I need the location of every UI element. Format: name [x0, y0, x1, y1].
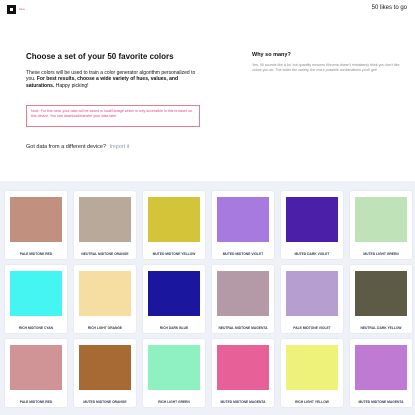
color-swatch-label: PALE MIDTONE RED: [19, 252, 53, 256]
color-swatch-label: MUTED DARK VIOLET: [294, 252, 330, 256]
color-swatch-label: MUTED MIDTONE ORANGE: [83, 400, 127, 404]
color-swatch-label: RICH MIDTONE CYAN: [18, 326, 54, 330]
import-row: Got data from a different device? Import…: [26, 144, 129, 150]
color-swatch-label: PALE MIDTONE VIOLET: [293, 326, 331, 330]
color-swatch-label: PALE MIDTONE RED: [19, 400, 53, 404]
khroma-logo-icon[interactable]: [7, 5, 16, 14]
color-swatch-label: RICH LIGHT GREEN: [158, 400, 190, 404]
color-chip[interactable]: [286, 197, 338, 242]
color-swatch-card[interactable]: RICH LIGHT YELLOW: [281, 339, 343, 407]
color-chip[interactable]: [355, 345, 407, 390]
color-swatch-card[interactable]: MUTED MIDTONE ORANGE: [74, 339, 136, 407]
color-swatch-card[interactable]: MUTED MIDTONE VIOLET: [212, 191, 274, 259]
color-chip[interactable]: [79, 271, 131, 316]
color-swatch-label: MUTED MIDTONE VIOLET: [222, 252, 264, 256]
color-swatch-card[interactable]: NEUTRAL MIDTONE MAGENTA: [212, 265, 274, 333]
color-swatch-card[interactable]: MUTED MIDTONE MAGENTA: [212, 339, 274, 407]
color-chip[interactable]: [10, 197, 62, 242]
color-swatch-label: MUTED LIGHT GREEN: [363, 252, 399, 256]
intro-tail: Happy picking!: [54, 82, 89, 89]
color-swatch-card[interactable]: RICH LIGHT GREEN: [143, 339, 205, 407]
color-chip[interactable]: [10, 271, 62, 316]
color-chip[interactable]: [355, 271, 407, 316]
likes-counter: 50 likes to go: [371, 5, 407, 11]
color-chip[interactable]: [10, 345, 62, 390]
import-prompt: Got data from a different device?: [26, 144, 106, 150]
color-swatch-label: RICH LIGHT YELLOW: [295, 400, 329, 404]
color-chip[interactable]: [355, 197, 407, 242]
page-title: Choose a set of your 50 favorite colors: [26, 52, 174, 61]
color-chip[interactable]: [148, 271, 200, 316]
color-swatch-card[interactable]: MUTED DARK VIOLET: [281, 191, 343, 259]
color-chip[interactable]: [217, 197, 269, 242]
color-chip[interactable]: [79, 345, 131, 390]
color-chip[interactable]: [79, 197, 131, 242]
color-swatch-card[interactable]: NEUTRAL DARK YELLOW: [350, 265, 412, 333]
color-swatch-card[interactable]: MUTED MIDTONE MAGENTA: [350, 339, 412, 407]
intro-text: These colors will be used to train a col…: [26, 70, 201, 89]
color-swatch-label: NEUTRAL DARK YELLOW: [360, 326, 402, 330]
color-swatch-card[interactable]: RICH MIDTONE CYAN: [5, 265, 67, 333]
color-chip[interactable]: [148, 345, 200, 390]
color-swatch-card[interactable]: PALE MIDTONE RED: [5, 339, 67, 407]
color-chip[interactable]: [148, 197, 200, 242]
color-swatch-card[interactable]: MUTED MIDTONE YELLOW: [143, 191, 205, 259]
color-chip[interactable]: [286, 271, 338, 316]
why-text: Yes, 50 sounds like a lot, but quantity …: [252, 63, 400, 73]
why-title: Why so many?: [252, 52, 291, 58]
intro-bold: For best results, choose a wide variety …: [26, 76, 179, 89]
color-swatch-label: MUTED MIDTONE YELLOW: [152, 252, 196, 256]
color-swatch-label: MUTED MIDTONE MAGENTA: [220, 400, 266, 404]
color-chip[interactable]: [286, 345, 338, 390]
color-swatch-label: RICH LIGHT ORANGE: [87, 326, 123, 330]
beta-badge: beta: [19, 7, 25, 11]
logo-notch: [10, 8, 13, 11]
color-swatch-card[interactable]: PALE MIDTONE VIOLET: [281, 265, 343, 333]
import-link[interactable]: Import it: [110, 144, 130, 150]
color-swatch-label: NEUTRAL MIDTONE MAGENTA: [218, 326, 268, 330]
color-swatch-label: NEUTRAL MIDTONE ORANGE: [81, 252, 129, 256]
color-swatch-label: MUTED MIDTONE MAGENTA: [358, 400, 404, 404]
color-swatch-card[interactable]: RICH DARK BLUE: [143, 265, 205, 333]
swatch-grid: PALE MIDTONE RED NEUTRAL MIDTONE ORANGE MU…: [0, 181, 415, 415]
color-swatch-card[interactable]: PALE MIDTONE RED: [5, 191, 67, 259]
color-chip[interactable]: [217, 271, 269, 316]
color-swatch-label: RICH DARK BLUE: [159, 326, 189, 330]
top-bar: beta 50 likes to go: [0, 0, 415, 20]
color-swatch-card[interactable]: NEUTRAL MIDTONE ORANGE: [74, 191, 136, 259]
color-swatch-card[interactable]: RICH LIGHT ORANGE: [74, 265, 136, 333]
storage-notice: Note: For this beta, your data will be s…: [26, 105, 200, 127]
color-swatch-card[interactable]: MUTED LIGHT GREEN: [350, 191, 412, 259]
color-chip[interactable]: [217, 345, 269, 390]
